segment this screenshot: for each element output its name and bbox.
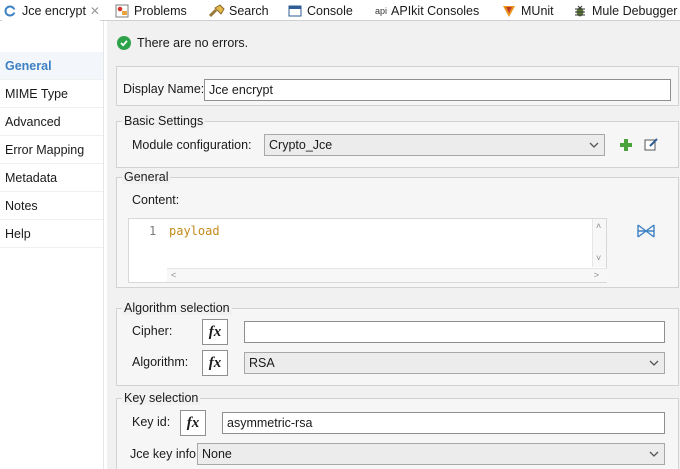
display-name-input[interactable]: Jce encrypt [204,79,671,101]
key-selection-title: Key selection [122,391,201,405]
problems-icon [114,3,130,19]
key-id-label: Key id: [132,415,171,429]
scroll-down-icon[interactable]: ˅ [596,253,601,263]
tab-console[interactable]: Console [287,0,353,21]
algorithm-selection-title: Algorithm selection [122,301,232,315]
nav-item-error-mapping[interactable]: Error Mapping [0,136,103,164]
properties-panel: There are no errors. Display Name: Jce e… [107,21,680,469]
tab-label: Jce encrypt [22,3,86,18]
cipher-label: Cipher: [132,324,173,338]
chevron-down-icon [589,142,599,148]
tab-problems[interactable]: Problems [114,0,187,21]
scroll-left-icon[interactable]: < [171,270,176,280]
tab-mule-debugger[interactable]: Mule Debugger [572,0,677,21]
nav-item-general[interactable]: General [0,52,103,80]
algorithm-label: Algorithm: [132,355,189,369]
scroll-up-icon[interactable]: ˄ [596,221,601,231]
jce-key-info-select[interactable]: None [197,443,665,465]
display-name-label: Display Name: [123,82,205,96]
api-icon: api [375,5,388,16]
chevron-down-icon [649,360,659,366]
dataweave-mapping-icon[interactable] [637,223,655,239]
general-title: General [122,170,171,184]
close-icon[interactable]: ✕ [90,4,100,18]
content-label: Content: [132,193,180,207]
tab-jce-encrypt[interactable]: Jce encrypt ✕ [2,0,100,21]
fx-toggle-cipher[interactable]: fx [202,319,228,345]
horizontal-scrollbar[interactable]: < > [167,268,607,282]
nav-item-help[interactable]: Help [0,220,103,248]
module-config-label: Module configuration: [132,138,252,152]
left-navigation: General MIME Type Advanced Error Mapping… [0,21,104,469]
scroll-right-icon[interactable]: > [594,270,599,280]
console-icon [287,3,303,19]
tab-label: Mule Debugger [592,3,678,18]
cipher-input[interactable] [244,321,665,343]
nav-item-metadata[interactable]: Metadata [0,164,103,192]
nav-item-mime-type[interactable]: MIME Type [0,80,103,108]
tab-label: Console [307,3,353,18]
line-number: 1 [149,224,157,238]
tab-label: Problems [134,3,187,18]
debugger-bug-icon [572,3,588,19]
key-selection-group: Key selection Key id: fx asymmetric-rsa … [116,391,679,469]
basic-settings-group: Basic Settings Module configuration: Cry… [116,114,679,168]
algorithm-select[interactable]: RSA [244,352,665,374]
nav-item-notes[interactable]: Notes [0,192,103,220]
module-config-value: Crypto_Jce [269,138,333,152]
code-text[interactable]: payload [169,224,220,238]
view-tab-bar: Jce encrypt ✕ Problems Search Console ap… [0,0,680,21]
edit-config-icon[interactable] [644,137,659,152]
jce-key-info-label: Jce key info [130,447,197,461]
tab-munit[interactable]: MUnit [501,0,554,21]
mule-component-icon [2,3,18,19]
chevron-down-icon [649,451,659,457]
module-config-select[interactable]: Crypto_Jce [264,134,605,156]
check-circle-icon [117,36,131,50]
algorithm-selection-group: Algorithm selection Cipher: fx Algorithm… [116,301,679,386]
status-message: There are no errors. [117,36,248,50]
tab-apikit-consoles[interactable]: api APIkit Consoles [375,0,479,21]
fx-toggle-key-id[interactable]: fx [180,410,206,436]
content-editor[interactable]: 1 payload ˄ ˅ < > [128,218,607,283]
fx-toggle-algorithm[interactable]: fx [202,350,228,376]
key-id-input[interactable]: asymmetric-rsa [222,412,665,434]
basic-settings-title: Basic Settings [122,114,206,128]
status-text: There are no errors. [137,36,249,50]
vertical-scrollbar[interactable]: ˄ ˅ [592,219,606,267]
munit-icon [501,3,517,19]
jce-key-info-value: None [202,447,232,461]
nav-item-advanced[interactable]: Advanced [0,108,103,136]
search-flashlight-icon [209,3,225,19]
tab-label: APIkit Consoles [391,3,480,18]
tab-label: MUnit [521,3,554,18]
tab-search[interactable]: Search [209,0,269,21]
add-config-icon[interactable] [619,138,633,152]
algorithm-value: RSA [249,356,275,370]
tab-label: Search [229,3,269,18]
display-name-section: Display Name: Jce encrypt [116,66,679,106]
